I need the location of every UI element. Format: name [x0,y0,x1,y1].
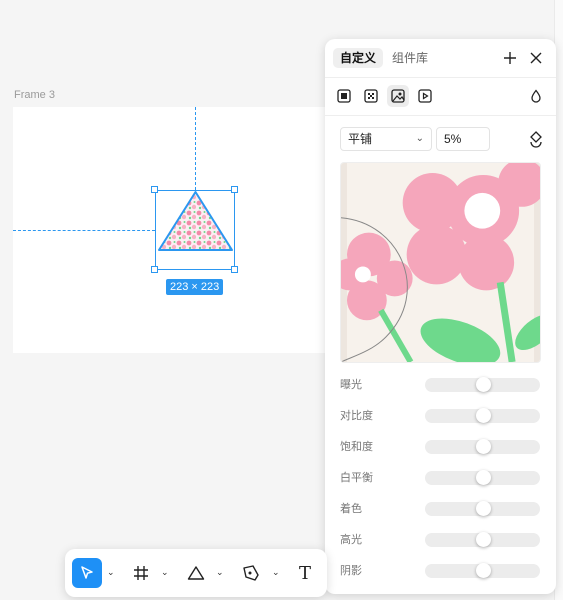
adjustment-shadows: 阴影 [340,563,545,579]
resize-handle-top-right[interactable] [231,186,238,193]
chevron-down-icon[interactable]: ⌄ [272,567,280,578]
gradient-fill-icon[interactable] [360,85,382,107]
bottom-toolbar: ⌄ ⌄ ⌄ ⌄ T [65,549,327,597]
slider-thumb[interactable] [475,563,491,578]
video-fill-icon[interactable] [414,85,436,107]
slider-track[interactable] [425,470,540,485]
horizontal-guide [13,230,155,231]
slider-thumb[interactable] [475,408,491,423]
rotate-icon[interactable] [528,130,544,148]
adjustment-contrast: 对比度 [340,408,545,424]
slider-track[interactable] [425,532,540,547]
adjustment-exposure: 曝光 [340,377,545,393]
slider-thumb[interactable] [475,532,491,547]
slider-thumb[interactable] [475,377,491,392]
droplet-icon[interactable] [525,85,547,107]
slider-track[interactable] [425,439,540,454]
slider-thumb[interactable] [475,501,491,516]
vertical-guide [195,107,196,190]
chevron-down-icon[interactable]: ⌄ [161,567,169,578]
adjustment-saturation: 饱和度 [340,439,545,455]
adjustment-label: 着色 [340,503,362,515]
chevron-down-icon[interactable]: ⌄ [216,567,224,578]
text-tool-icon[interactable]: T [292,560,318,586]
panel-header: 自定义 组件库 [325,39,556,78]
image-preview[interactable] [340,162,541,363]
scale-input[interactable]: 5% [436,127,490,151]
tab-custom[interactable]: 自定义 [333,48,384,68]
adjustment-label: 曝光 [340,379,362,391]
adjustment-label: 阴影 [340,565,362,577]
slider-track[interactable] [425,408,540,423]
chevron-down-icon: ⌄ [415,133,424,144]
resize-handle-bottom-left[interactable] [151,266,158,273]
adjustment-white-balance: 白平衡 [340,470,545,486]
fill-mode-row [325,77,556,116]
slider-track[interactable] [425,563,540,578]
shape-tool-icon[interactable] [183,560,209,586]
slider-track[interactable] [425,377,540,392]
image-fill-icon[interactable] [387,85,409,107]
adjustment-label: 白平衡 [340,472,373,484]
close-icon[interactable] [528,50,544,66]
resize-handle-bottom-right[interactable] [231,266,238,273]
adjustment-tint: 着色 [340,501,545,517]
resize-handle-top-left[interactable] [151,186,158,193]
image-fit-value: 平铺 [348,132,373,146]
pen-tool-icon[interactable] [238,560,264,586]
adjustment-label: 高光 [340,534,362,546]
slider-track[interactable] [425,501,540,516]
image-fill-panel: 自定义 组件库 平铺 ⌄ 5% 曝光 对比度 饱和度 白平衡 着色 高光 阴影 [325,39,556,594]
adjustment-highlights: 高光 [340,532,545,548]
tab-library[interactable]: 组件库 [385,48,435,68]
adjustment-label: 饱和度 [340,441,373,453]
frame-tool-icon[interactable] [128,560,154,586]
frame-label[interactable]: Frame 3 [14,89,55,101]
slider-thumb[interactable] [475,470,491,485]
chevron-down-icon[interactable]: ⌄ [107,567,115,578]
size-badge: 223 × 223 [166,279,224,295]
slider-thumb[interactable] [475,439,491,454]
adjustment-label: 对比度 [340,410,373,422]
image-fit-select[interactable]: 平铺 ⌄ [340,127,432,151]
selection-box [155,190,235,270]
plus-icon[interactable] [502,50,518,66]
solid-fill-icon[interactable] [333,85,355,107]
move-tool-icon[interactable] [72,558,102,588]
